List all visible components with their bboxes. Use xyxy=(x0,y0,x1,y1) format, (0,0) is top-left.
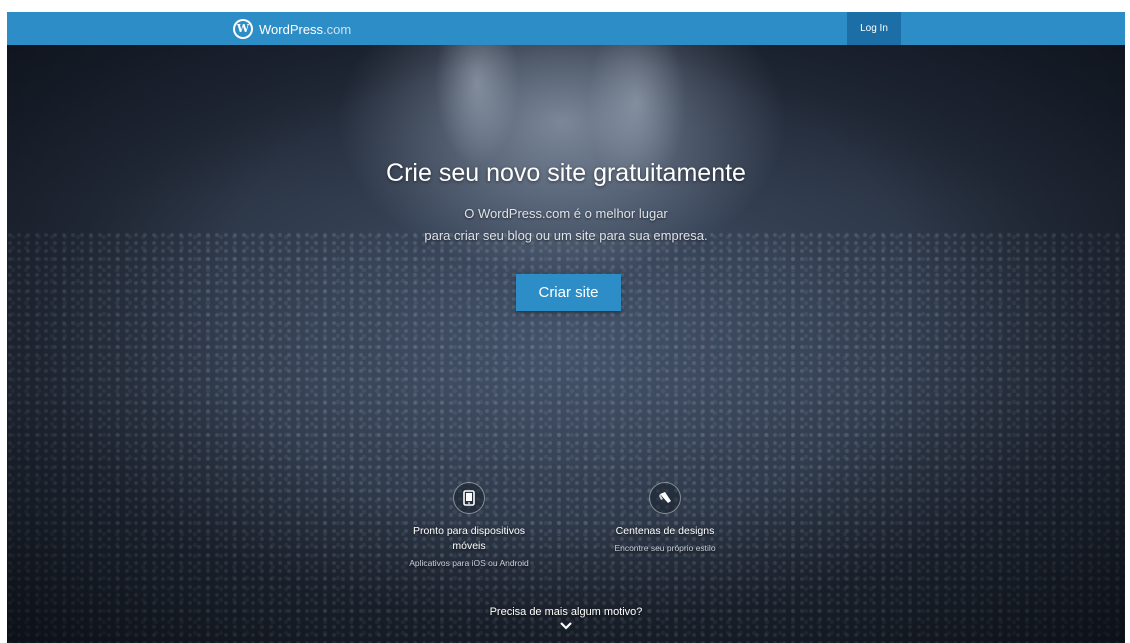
hero-headline: Crie seu novo site gratuitamente xyxy=(386,159,746,187)
hero-subline-2: para criar seu blog ou um site para sua … xyxy=(424,228,708,243)
paintbrush-icon xyxy=(649,482,681,514)
feature-title-line-2: móveis xyxy=(452,540,486,552)
feature-designs: Centenas de designs Encontre seu próprio… xyxy=(585,482,745,553)
more-reasons-link[interactable]: Precisa de mais algum motivo? xyxy=(7,606,1125,631)
login-button[interactable]: Log In xyxy=(847,12,901,45)
feature-mobile-ready: Pronto para dispositivos móveis Aplicati… xyxy=(389,482,549,568)
page-frame: W WordPress.com Log In Crie seu novo sit… xyxy=(7,12,1125,643)
feature-title-line-1: Centenas de designs xyxy=(615,525,715,537)
brand-domain: .com xyxy=(323,21,352,37)
feature-subtitle: Aplicativos para iOS ou Android xyxy=(409,558,529,568)
top-navigation-bar: W WordPress.com Log In xyxy=(7,12,1125,45)
wordpress-logo-icon: W xyxy=(233,19,253,39)
background-vignette xyxy=(7,12,1125,643)
brand-name: WordPress.com xyxy=(259,22,351,37)
more-reasons-label: Precisa de mais algum motivo? xyxy=(489,606,643,618)
feature-title-line-1: Pronto para dispositivos xyxy=(412,525,526,537)
wordpress-home-link[interactable]: W WordPress.com xyxy=(233,18,351,40)
brand-main: WordPress xyxy=(259,21,324,37)
chevron-down-icon xyxy=(560,622,572,630)
feature-subtitle: Encontre seu próprio estilo xyxy=(614,543,716,553)
hero-subline-1: O WordPress.com é o melhor lugar xyxy=(464,206,668,221)
create-site-button[interactable]: Criar site xyxy=(516,274,621,311)
mobile-device-icon xyxy=(453,482,485,514)
